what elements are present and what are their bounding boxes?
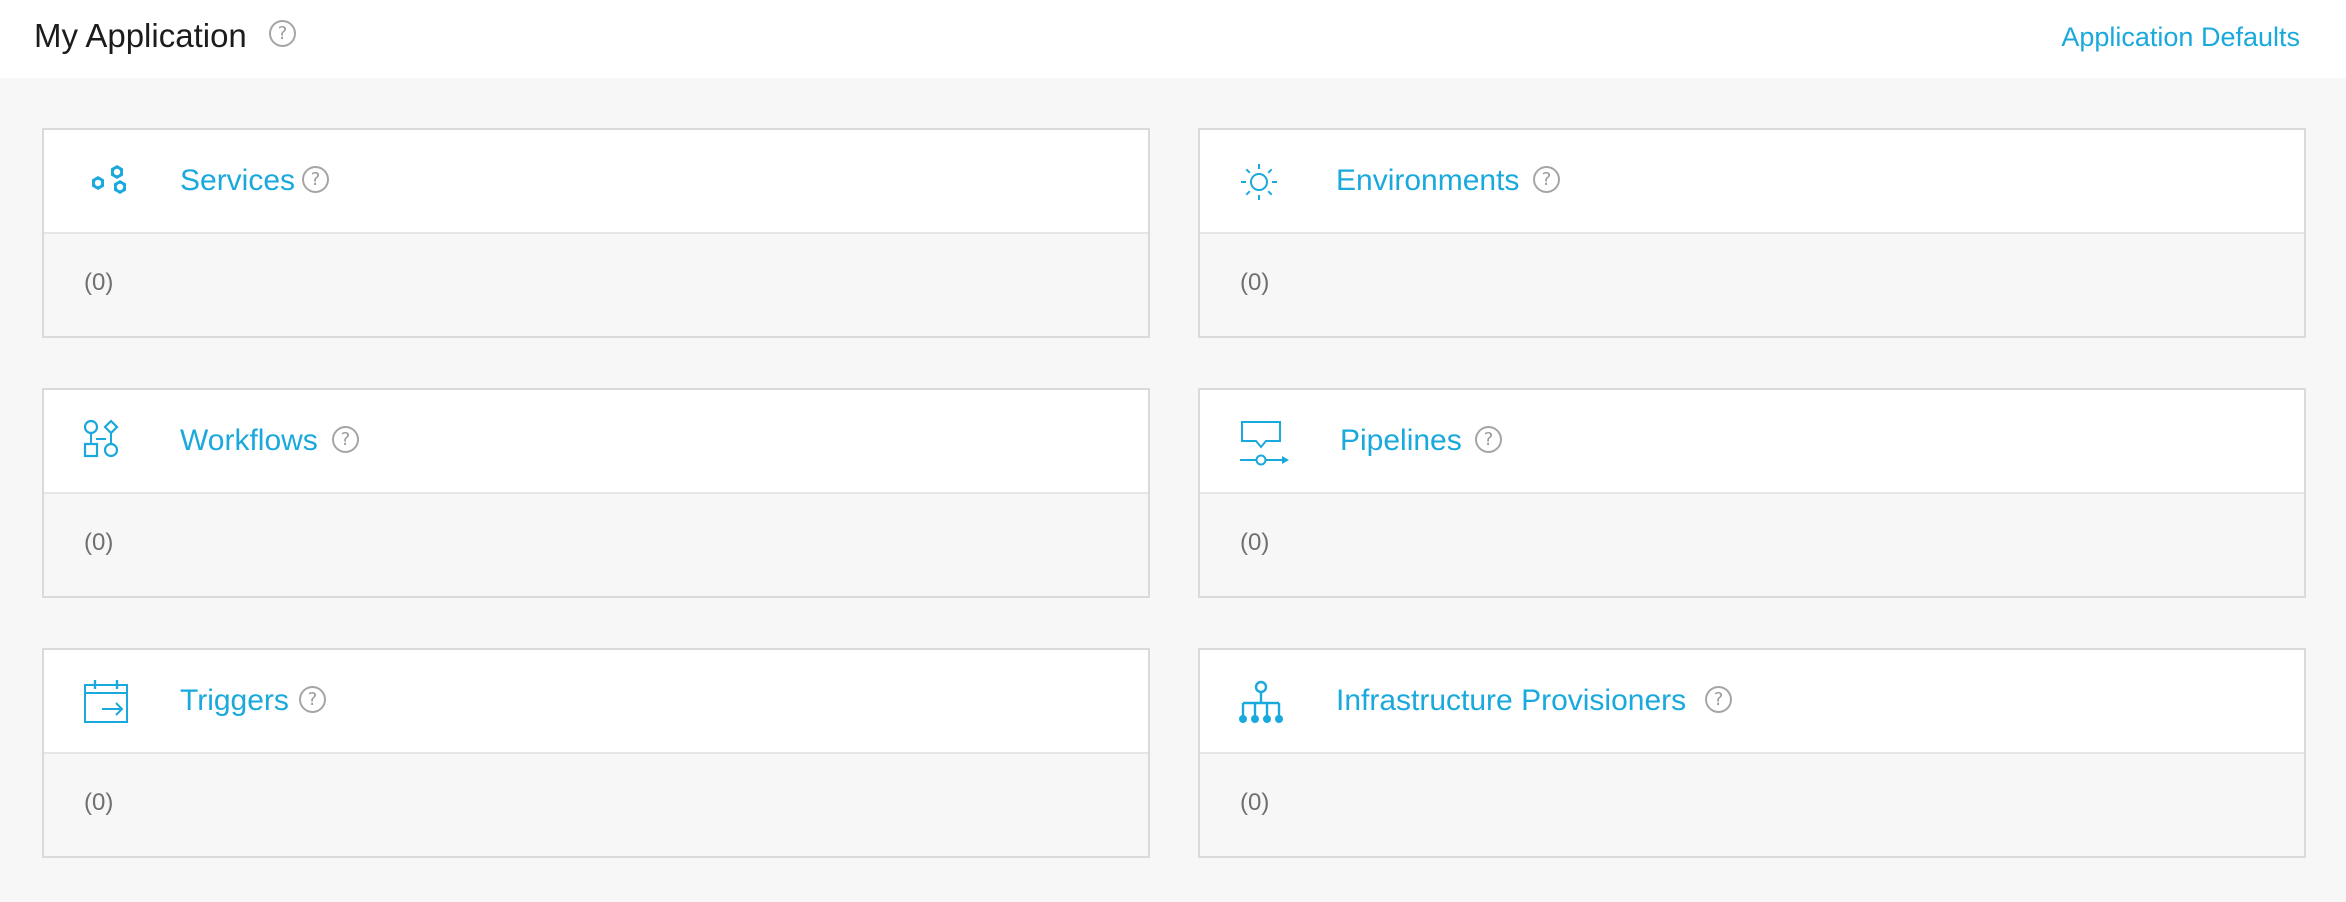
page-title: My Application <box>34 17 247 54</box>
workflows-help-icon[interactable]: ? <box>332 426 359 453</box>
pipelines-card-header: Pipelines ? <box>1200 390 2304 494</box>
services-help-icon[interactable]: ? <box>302 166 329 193</box>
workflows-card-header: Workflows ? <box>44 390 1148 494</box>
triggers-card: Triggers ? (0) <box>42 648 1150 858</box>
pipelines-count: (0) <box>1240 529 1270 556</box>
environments-count: (0) <box>1240 269 1270 296</box>
infrastructure-provisioners-card-header: Infrastructure Provisioners ? <box>1200 650 2304 754</box>
top-bar: My Application ? Application Defaults <box>0 0 2346 78</box>
environments-card-header: Environments ? <box>1200 130 2304 234</box>
environments-title-link[interactable]: Environments <box>1336 162 1519 200</box>
infrastructure-provisioners-count: (0) <box>1240 789 1270 816</box>
pipelines-card: Pipelines ? (0) <box>1198 388 2306 598</box>
infrastructure-provisioners-card: Infrastructure Provisioners ? (0) <box>1198 648 2306 858</box>
environments-card: Environments ? (0) <box>1198 128 2306 338</box>
pipelines-icon <box>1240 421 1289 466</box>
services-icon <box>92 165 126 194</box>
workflows-card: Workflows ? (0) <box>42 388 1150 598</box>
triggers-icon <box>84 680 128 723</box>
triggers-title-link[interactable]: Triggers <box>180 682 289 720</box>
services-card: Services ? (0) <box>42 128 1150 338</box>
environments-icon <box>1241 164 1277 200</box>
infrastructure-provisioners-icon <box>1239 680 1283 723</box>
triggers-count: (0) <box>84 789 114 816</box>
services-card-header: Services ? <box>44 130 1148 234</box>
pipelines-help-icon[interactable]: ? <box>1475 426 1502 453</box>
services-title-link[interactable]: Services <box>180 162 295 200</box>
infrastructure-provisioners-help-icon[interactable]: ? <box>1705 686 1732 713</box>
services-count: (0) <box>84 269 114 296</box>
workflows-icon <box>83 419 119 458</box>
environments-help-icon[interactable]: ? <box>1533 166 1560 193</box>
workflows-title-link[interactable]: Workflows <box>180 422 318 460</box>
triggers-card-header: Triggers ? <box>44 650 1148 754</box>
infrastructure-provisioners-title-link[interactable]: Infrastructure Provisioners <box>1336 682 1686 720</box>
triggers-help-icon[interactable]: ? <box>299 686 326 713</box>
application-defaults-link[interactable]: Application Defaults <box>2061 20 2300 54</box>
page-title-help-icon[interactable]: ? <box>269 20 296 47</box>
workflows-count: (0) <box>84 529 114 556</box>
pipelines-title-link[interactable]: Pipelines <box>1340 422 1462 460</box>
